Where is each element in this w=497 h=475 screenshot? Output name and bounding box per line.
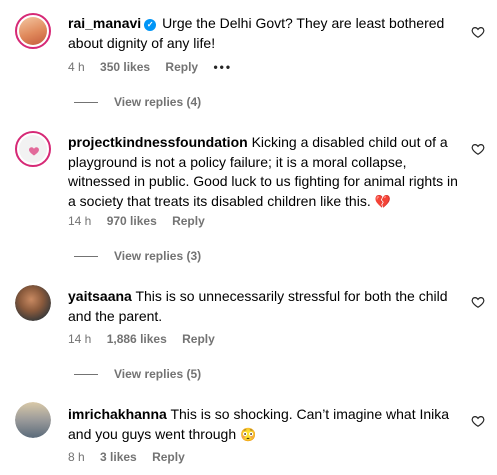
replies-divider [74, 374, 98, 376]
comment-body: yaitsaana This is so unnecessarily stres… [68, 287, 458, 326]
comment-meta: 8 h 3 likes Reply [68, 450, 197, 464]
avatar[interactable] [15, 131, 51, 167]
comment-likes[interactable]: 970 likes [107, 214, 157, 228]
heart-outline-icon[interactable] [471, 142, 485, 156]
view-replies-button[interactable]: View replies (3) [74, 249, 201, 263]
comment-time[interactable]: 4 h [68, 60, 85, 74]
reply-button[interactable]: Reply [172, 214, 205, 228]
replies-divider [74, 256, 98, 258]
view-replies-button[interactable]: View replies (5) [74, 367, 201, 381]
reply-button[interactable]: Reply [152, 450, 185, 464]
replies-divider [74, 102, 98, 104]
comment-username[interactable]: yaitsaana [68, 288, 132, 304]
comment-likes[interactable]: 1,886 likes [107, 332, 167, 346]
comment-username[interactable]: rai_manavi [68, 15, 141, 31]
heart-outline-icon[interactable] [471, 25, 485, 39]
avatar[interactable] [15, 13, 51, 49]
view-replies-label: View replies (3) [114, 249, 202, 263]
reply-button[interactable]: Reply [182, 332, 215, 346]
heart-outline-icon[interactable] [471, 414, 485, 428]
comment-likes[interactable]: 3 likes [100, 450, 137, 464]
comment-time[interactable]: 14 h [68, 332, 91, 346]
flushed-face-emoji: 😳 [240, 426, 257, 442]
broken-heart-emoji: 💔 [374, 193, 391, 209]
heart-outline-icon[interactable] [471, 295, 485, 309]
avatar[interactable] [15, 402, 51, 438]
comment-meta: 14 h 1,886 likes Reply [68, 332, 227, 346]
reply-button[interactable]: Reply [165, 60, 198, 74]
comment-username[interactable]: imrichakhanna [68, 406, 167, 422]
comment-body: imrichakhanna This is so shocking. Can’t… [68, 405, 458, 444]
avatar[interactable] [15, 285, 51, 321]
view-replies-button[interactable]: View replies (4) [74, 95, 201, 109]
comment-time[interactable]: 8 h [68, 450, 85, 464]
comment-body: rai_manavi ✓ Urge the Delhi Govt? They ar… [68, 14, 458, 53]
comment-likes[interactable]: 350 likes [100, 60, 150, 74]
comment-username[interactable]: projectkindnessfoundation [68, 134, 248, 150]
view-replies-label: View replies (4) [114, 95, 202, 109]
more-options-icon[interactable]: ••• [213, 60, 232, 74]
comment-body: projectkindnessfoundation Kicking a disa… [68, 133, 458, 211]
comment-time[interactable]: 14 h [68, 214, 91, 228]
comment-meta: 14 h 970 likes Reply [68, 214, 217, 228]
view-replies-label: View replies (5) [114, 367, 202, 381]
verified-badge-icon: ✓ [144, 19, 157, 31]
comment-meta: 4 h 350 likes Reply ••• [68, 60, 244, 74]
heart-logo-icon [29, 147, 39, 156]
